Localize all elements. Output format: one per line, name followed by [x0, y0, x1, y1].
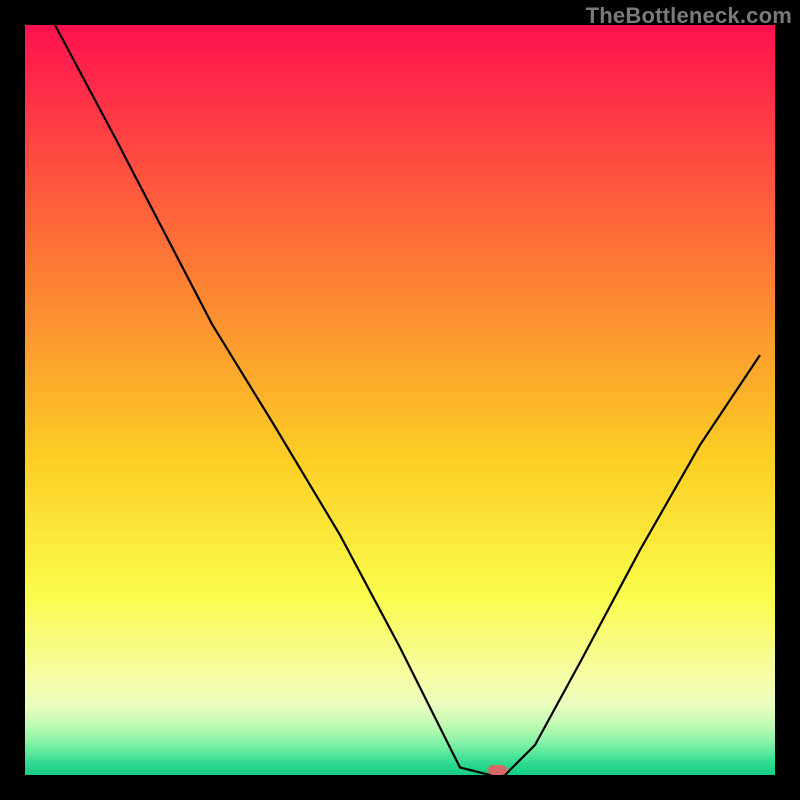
optimal-marker	[488, 765, 507, 775]
chart-frame: TheBottleneck.com	[0, 0, 800, 800]
watermark-text: TheBottleneck.com	[586, 3, 792, 29]
bottleneck-curve	[25, 25, 775, 775]
plot-area	[25, 25, 775, 775]
